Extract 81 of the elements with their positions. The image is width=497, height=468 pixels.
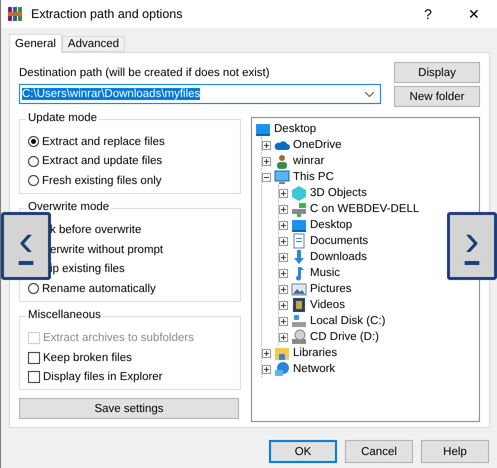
monitor-icon	[274, 169, 290, 185]
folder-icon	[274, 345, 290, 361]
expand-icon[interactable]	[279, 188, 288, 198]
tree-item[interactable]: Network	[293, 363, 336, 375]
option-label: Extract and update files	[42, 155, 162, 168]
side-button[interactable]: Display	[394, 62, 480, 83]
expand-icon[interactable]	[279, 204, 288, 214]
dialog-button[interactable]: Help	[421, 440, 489, 463]
tree-item[interactable]: CD Drive (D:)	[310, 331, 379, 343]
tab[interactable]: Advanced	[62, 36, 126, 52]
expand-icon[interactable]	[279, 236, 288, 246]
collapse-icon[interactable]	[262, 172, 271, 182]
expand-icon[interactable]	[262, 156, 271, 166]
expand-icon[interactable]	[279, 284, 288, 294]
previous-button[interactable]: ‹	[1, 212, 51, 280]
tab[interactable]: General	[9, 34, 62, 53]
tree-item[interactable]: Music	[310, 267, 340, 279]
user-icon	[274, 153, 290, 169]
checkbox[interactable]	[28, 352, 40, 364]
option-label: Extract archives to subfolders	[43, 332, 194, 344]
option-label: Keep broken files	[43, 352, 132, 364]
destination-label: Destination path (will be created if does not exist)	[19, 67, 271, 79]
radio-button[interactable]	[28, 156, 39, 167]
window-title: Extraction path and options	[31, 7, 184, 21]
picture-icon	[291, 281, 307, 297]
tree-item[interactable]: Desktop	[310, 219, 352, 231]
tree-item[interactable]: winrar	[293, 155, 324, 167]
tree-item[interactable]: This PC	[293, 171, 334, 183]
tree-item[interactable]: Pictures	[310, 283, 352, 295]
option-label: ip existing files	[49, 263, 125, 276]
expand-icon[interactable]	[279, 300, 288, 310]
download-icon	[291, 249, 307, 265]
option-label: Display files in Explorer	[43, 371, 163, 384]
network-icon	[274, 361, 290, 377]
disk-icon	[291, 313, 307, 329]
tree-item[interactable]: Local Disk (C:)	[310, 315, 386, 327]
film-icon	[291, 297, 307, 313]
expand-icon[interactable]	[279, 252, 288, 262]
tree-item[interactable]: Libraries	[293, 347, 338, 359]
tree-item[interactable]: OneDrive	[293, 139, 342, 151]
cube-icon	[291, 185, 307, 201]
tree-item[interactable]: Desktop	[274, 123, 316, 135]
dialog-button[interactable]: OK	[269, 440, 337, 463]
option-label: erwrite without prompt	[49, 244, 164, 256]
expand-icon[interactable]	[262, 140, 271, 150]
tree-item[interactable]: Videos	[310, 299, 345, 311]
option-label: k before overwrite	[49, 224, 142, 236]
group-title: Overwrite mode	[26, 200, 112, 212]
desktop-icon	[291, 217, 307, 233]
dropdown-caret-icon	[365, 92, 374, 96]
option-label: Extract and replace files	[42, 136, 165, 148]
expand-icon[interactable]	[262, 364, 271, 374]
destination-combobox[interactable]: C:\Users\winrar\Downloads\myfiles	[19, 84, 381, 104]
save-settings-button[interactable]: Save settings	[19, 398, 239, 419]
expand-icon[interactable]	[279, 332, 288, 342]
option-label: Fresh existing files only	[42, 174, 162, 187]
checkbox[interactable]	[28, 371, 40, 384]
close-button[interactable]: ✕	[451, 0, 497, 28]
app-logo-icon	[7, 6, 23, 22]
tree-item[interactable]: C on WEBDEV-DELL	[310, 203, 420, 215]
group-title: Miscellaneous	[26, 308, 103, 320]
tree-item[interactable]: Downloads	[310, 251, 367, 263]
radio-button[interactable]	[28, 136, 39, 148]
help-button[interactable]: ?	[405, 0, 451, 28]
side-button[interactable]: New folder	[394, 86, 480, 107]
network-drive-icon	[291, 201, 307, 217]
desktop-icon	[255, 121, 271, 137]
next-button[interactable]: ›	[447, 212, 497, 280]
cd-drive-icon	[291, 329, 307, 345]
radio-button[interactable]	[28, 175, 39, 186]
radio-button[interactable]	[28, 283, 39, 294]
expand-icon[interactable]	[279, 268, 288, 278]
expand-icon[interactable]	[279, 316, 288, 326]
expand-icon[interactable]	[279, 220, 288, 230]
document-icon	[291, 233, 307, 249]
tree-item[interactable]: Documents	[310, 235, 368, 247]
dialog-button[interactable]: Cancel	[345, 440, 413, 463]
tree-item[interactable]: 3D Objects	[310, 187, 367, 199]
expand-icon[interactable]	[262, 348, 271, 358]
option-label: Rename automatically	[42, 282, 156, 295]
group-title: Update mode	[26, 112, 100, 124]
